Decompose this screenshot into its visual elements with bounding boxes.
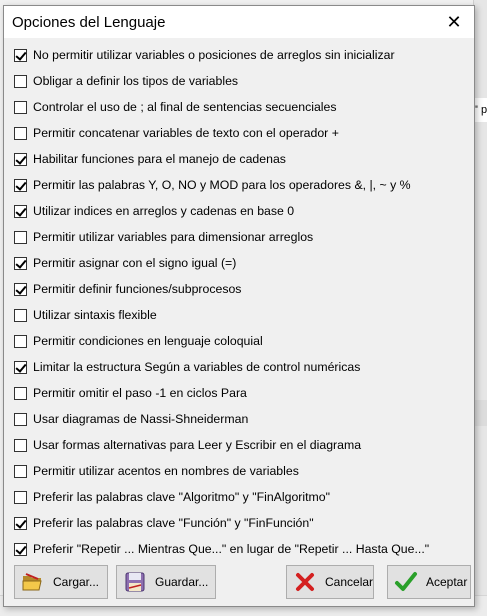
option-checkbox[interactable]	[14, 204, 27, 218]
option-label: No permitir utilizar variables o posicio…	[33, 48, 395, 62]
option-checkbox[interactable]	[14, 48, 27, 62]
option-label: Permitir definir funciones/subprocesos	[33, 282, 242, 296]
option-row[interactable]: Utilizar indices en arreglos y cadenas e…	[14, 198, 466, 224]
option-row[interactable]: Preferir las palabras clave "Función" y …	[14, 510, 466, 536]
option-label: Permitir utilizar acentos en nombres de …	[33, 464, 299, 478]
option-row[interactable]: Permitir asignar con el signo igual (=)	[14, 250, 466, 276]
option-label: Usar diagramas de Nassi-Shneiderman	[33, 412, 249, 426]
cargar-label: Cargar...	[53, 575, 100, 589]
option-checkbox[interactable]	[14, 386, 27, 400]
option-row[interactable]: Permitir las palabras Y, O, NO y MOD par…	[14, 172, 466, 198]
option-row[interactable]: Limitar la estructura Según a variables …	[14, 354, 466, 380]
option-checkbox[interactable]	[14, 412, 27, 426]
background-panel-fragment	[473, 400, 487, 426]
option-row[interactable]: Preferir las palabras clave "Algoritmo" …	[14, 484, 466, 510]
option-checkbox[interactable]	[14, 490, 27, 504]
option-row[interactable]: Utilizar sintaxis flexible	[14, 302, 466, 328]
option-row[interactable]: Habilitar funciones para el manejo de ca…	[14, 146, 466, 172]
option-row[interactable]: Permitir omitir el paso -1 en ciclos Par…	[14, 380, 466, 406]
title-bar: Opciones del Lenguaje ✕	[4, 6, 474, 38]
option-checkbox[interactable]	[14, 126, 27, 140]
option-checkbox[interactable]	[14, 282, 27, 296]
option-label: Utilizar indices en arreglos y cadenas e…	[33, 204, 295, 218]
option-label: Permitir omitir el paso -1 en ciclos Par…	[33, 386, 247, 400]
option-label: Limitar la estructura Según a variables …	[33, 360, 361, 374]
guardar-button[interactable]: Guardar...	[116, 565, 216, 599]
options-list: No permitir utilizar variables o posicio…	[14, 42, 466, 562]
floppy-disk-icon	[125, 572, 145, 592]
option-label: Usar formas alternativas para Leer y Esc…	[33, 438, 362, 452]
option-checkbox[interactable]	[14, 308, 27, 322]
cancelar-button[interactable]: Cancelar	[286, 565, 374, 599]
option-checkbox[interactable]	[14, 178, 27, 192]
option-checkbox[interactable]	[14, 74, 27, 88]
option-label: Permitir concatenar variables de texto c…	[33, 126, 339, 140]
option-label: Preferir las palabras clave "Algoritmo" …	[33, 490, 330, 504]
option-row[interactable]: Permitir concatenar variables de texto c…	[14, 120, 466, 146]
guardar-label: Guardar...	[155, 575, 209, 589]
option-checkbox[interactable]	[14, 438, 27, 452]
background-window-edge	[473, 0, 487, 616]
option-label: Utilizar sintaxis flexible	[33, 308, 157, 322]
option-label: Controlar el uso de ; al final de senten…	[33, 100, 337, 114]
option-row[interactable]: Usar diagramas de Nassi-Shneiderman	[14, 406, 466, 432]
option-label: Permitir las palabras Y, O, NO y MOD par…	[33, 178, 411, 192]
option-checkbox[interactable]	[14, 100, 27, 114]
option-row[interactable]: Preferir "Repetir ... Mientras Que..." e…	[14, 536, 466, 562]
option-label: Permitir utilizar variables para dimensi…	[33, 230, 314, 244]
option-row[interactable]: Controlar el uso de ; al final de senten…	[14, 94, 466, 120]
option-checkbox[interactable]	[14, 230, 27, 244]
option-checkbox[interactable]	[14, 334, 27, 348]
option-row[interactable]: Obligar a definir los tipos de variables	[14, 68, 466, 94]
close-icon: ✕	[446, 11, 462, 32]
aceptar-button[interactable]: Aceptar	[387, 565, 471, 599]
option-row[interactable]: Permitir condiciones en lenguaje coloqui…	[14, 328, 466, 354]
cargar-button[interactable]: Cargar...	[14, 565, 108, 599]
option-label: Permitir condiciones en lenguaje coloqui…	[33, 334, 263, 348]
dialog-title: Opciones del Lenguaje	[12, 14, 166, 31]
option-label: Obligar a definir los tipos de variables	[33, 74, 239, 88]
aceptar-label: Aceptar	[426, 575, 468, 589]
option-checkbox[interactable]	[14, 360, 27, 374]
option-label: Habilitar funciones para el manejo de ca…	[33, 152, 286, 166]
option-label: Preferir las palabras clave "Función" y …	[33, 516, 314, 530]
option-row[interactable]: No permitir utilizar variables o posicio…	[14, 42, 466, 68]
red-x-icon	[296, 573, 314, 591]
option-checkbox[interactable]	[14, 256, 27, 270]
option-row[interactable]: Usar formas alternativas para Leer y Esc…	[14, 432, 466, 458]
option-label: Permitir asignar con el signo igual (=)	[33, 256, 237, 270]
option-label: Preferir "Repetir ... Mientras Que..." e…	[33, 542, 430, 556]
green-check-icon	[395, 572, 417, 591]
option-checkbox[interactable]	[14, 464, 27, 478]
option-checkbox[interactable]	[14, 542, 27, 556]
option-row[interactable]: Permitir utilizar acentos en nombres de …	[14, 458, 466, 484]
option-checkbox[interactable]	[14, 516, 27, 530]
folder-open-icon	[22, 573, 42, 591]
option-checkbox[interactable]	[14, 152, 27, 166]
option-row[interactable]: Permitir definir funciones/subprocesos	[14, 276, 466, 302]
cancelar-label: Cancelar	[325, 575, 374, 589]
close-button[interactable]: ✕	[434, 6, 474, 38]
option-row[interactable]: Permitir utilizar variables para dimensi…	[14, 224, 466, 250]
language-options-dialog: Opciones del Lenguaje ✕ No permitir util…	[3, 5, 475, 607]
